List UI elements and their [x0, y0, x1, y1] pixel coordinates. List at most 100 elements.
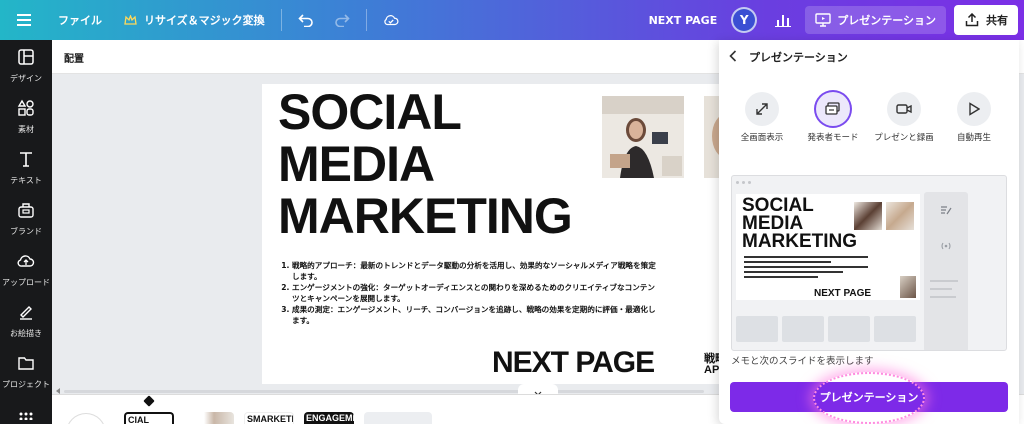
mode-record[interactable]: プレゼンと録画 [869, 92, 939, 144]
preview-photo-3 [900, 276, 916, 298]
cloud-check-icon [383, 12, 399, 28]
insights-button[interactable] [767, 0, 799, 40]
preview-title-line: MARKETING [742, 231, 858, 252]
apps-grid-icon [19, 405, 33, 424]
divider [280, 9, 282, 31]
layout-icon [17, 48, 35, 70]
preview-thumbnail [736, 316, 778, 342]
divider [365, 9, 367, 31]
sidebar-item-draw[interactable]: お絵描き [0, 295, 52, 346]
mode-label: プレゼンと録画 [874, 133, 934, 143]
sidebar-item-label: ブランド [10, 226, 42, 236]
sidebar-item-label: 素材 [18, 124, 34, 134]
presenter-preview: SOCIAL MEDIA MARKETING NEXT PAGE [731, 175, 1007, 351]
present-top-label: プレゼンテーション [837, 14, 936, 27]
avatar-letter: Y [731, 7, 758, 33]
current-page-marker-icon [143, 395, 155, 407]
upload-icon [17, 252, 35, 274]
back-button[interactable] [729, 49, 737, 65]
slide-photo-woman[interactable] [602, 96, 684, 178]
fullscreen-icon [745, 92, 779, 126]
add-page-button[interactable] [66, 413, 106, 424]
hamburger-icon [16, 12, 32, 28]
avatar[interactable]: Y [731, 7, 758, 33]
presenter-mode-caption: メモと次のスライドを表示します [731, 356, 874, 367]
slide-title-line: MARKETING [278, 188, 573, 244]
left-sidebar: デザイン 素材 テキスト ブランド アップロード お絵描き プロジェクト [0, 40, 52, 424]
share-label: 共有 [986, 14, 1008, 27]
preview-slide-title: SOCIAL MEDIA MARKETING [742, 196, 858, 252]
preview-thumbnail [782, 316, 824, 342]
list-item: 成果の測定：エンゲージメント、リーチ、コンバージョンを追跡し、戦略の効果を定期的… [292, 304, 660, 326]
page-thumbnail-5[interactable] [364, 412, 432, 424]
slide-title-line: SOCIAL [278, 84, 462, 140]
mode-label: 発表者モード [807, 133, 859, 143]
sidebar-item-label: テキスト [10, 175, 42, 185]
mode-label: 全画面表示 [740, 133, 784, 143]
list-item: 戦略的アプローチ：最新のトレンドとデータ駆動の分析を活用し、効果的なソーシャルメ… [292, 260, 660, 282]
canvas-scroll-bar[interactable] [64, 390, 704, 393]
slide-next-page-text[interactable]: NEXT PAGE [492, 346, 655, 380]
chevron-left-icon [729, 49, 737, 65]
sidebar-item-upload[interactable]: アップロード [0, 244, 52, 295]
present-panel: プレゼンテーション 全画面表示 発表者モード プレゼンと録画 自動再生 SOCI… [719, 40, 1019, 424]
preview-notes-panel [924, 192, 968, 350]
sidebar-item-apps[interactable] [0, 397, 52, 424]
upload-share-icon [964, 12, 980, 28]
camera-icon [887, 92, 921, 126]
page-thumbnail-2[interactable] [184, 412, 234, 424]
slide-title-line: MEDIA [278, 136, 435, 192]
brand-icon [17, 201, 35, 223]
preview-slide: SOCIAL MEDIA MARKETING NEXT PAGE [736, 194, 920, 300]
slide-canvas[interactable]: SOCIAL MEDIA MARKETING 1. 戦略的アプローチ：最新のトレ… [262, 84, 762, 384]
slide-bullet-list[interactable]: 戦略的アプローチ：最新のトレンドとデータ駆動の分析を活用し、効果的なソーシャルメ… [282, 260, 660, 326]
page-thumbnail-4[interactable]: ENGAGEMI [304, 412, 354, 424]
file-menu-button[interactable]: ファイル [48, 0, 112, 40]
sidebar-item-text[interactable]: テキスト [0, 142, 52, 193]
crown-icon [122, 12, 138, 28]
mode-autoplay[interactable]: 自動再生 [939, 92, 1009, 144]
resize-magic-button[interactable]: リサイズ＆マジック変換 [112, 0, 275, 40]
document-title[interactable]: NEXT PAGE [639, 0, 732, 40]
page-thumbnail-1[interactable]: CIAL [124, 412, 174, 424]
undo-button[interactable] [288, 0, 324, 40]
preview-photo-2 [886, 202, 914, 230]
top-bar: ファイル リサイズ＆マジック変換 NEXT PAGE Y プレゼンテーション 共… [0, 0, 1024, 40]
arrange-button[interactable]: 配置 [64, 50, 84, 65]
present-screen-icon [815, 12, 831, 28]
sidebar-item-label: プロジェクト [2, 379, 50, 389]
notes-edit-icon [940, 200, 952, 219]
mode-presenter[interactable]: 発表者モード [798, 92, 868, 144]
sidebar-item-label: アップロード [2, 277, 50, 287]
mode-label: 自動再生 [956, 133, 991, 143]
menu-button[interactable] [0, 0, 48, 40]
sidebar-item-elements[interactable]: 素材 [0, 91, 52, 142]
list-item: エンゲージメントの強化：ターゲットオーディエンスとの関わりを深めるためのクリエイ… [292, 282, 660, 304]
undo-icon [298, 12, 314, 28]
preview-thumbnail [874, 316, 916, 342]
cloud-save-button[interactable] [373, 0, 409, 40]
slide-title[interactable]: SOCIAL MEDIA MARKETING [278, 84, 573, 244]
highlight-annotation [813, 372, 925, 424]
resize-magic-label: リサイズ＆マジック変換 [144, 14, 265, 27]
folder-icon [17, 354, 35, 376]
broadcast-icon [940, 236, 952, 255]
sidebar-item-label: デザイン [10, 73, 42, 83]
present-button-top[interactable]: プレゼンテーション [805, 6, 946, 34]
sidebar-item-design[interactable]: デザイン [0, 40, 52, 91]
preview-thumbnail [828, 316, 870, 342]
page-thumbnail-3[interactable]: SMARKETI [244, 412, 294, 424]
sidebar-item-brand[interactable]: ブランド [0, 193, 52, 244]
present-panel-header: プレゼンテーション [719, 40, 1019, 74]
present-panel-title: プレゼンテーション [749, 51, 848, 64]
preview-next-page-text: NEXT PAGE [814, 288, 872, 299]
redo-button[interactable] [324, 0, 360, 40]
preview-photo-1 [854, 202, 882, 230]
text-icon [17, 150, 35, 172]
bar-chart-icon [775, 12, 792, 28]
sidebar-item-projects[interactable]: プロジェクト [0, 346, 52, 397]
preview-text-lines [744, 256, 868, 278]
share-button[interactable]: 共有 [954, 5, 1018, 35]
sidebar-item-label: お絵描き [10, 328, 42, 338]
mode-fullscreen[interactable]: 全画面表示 [727, 92, 797, 144]
